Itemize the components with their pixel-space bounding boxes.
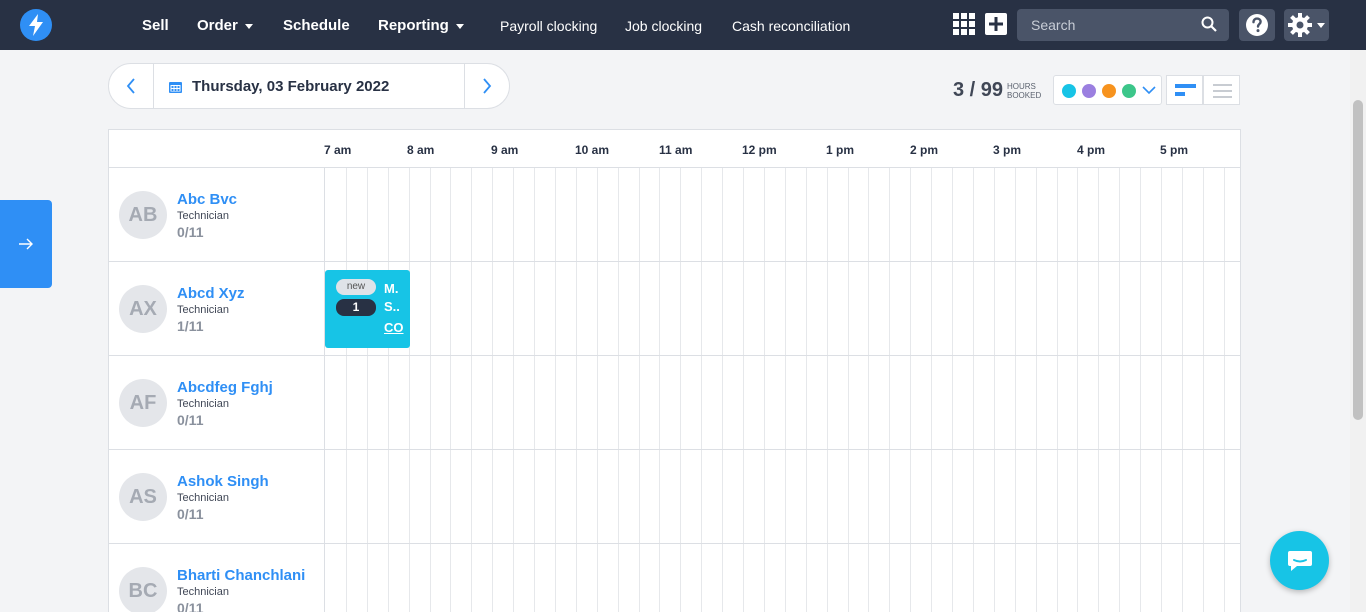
chevron-down-icon	[1142, 86, 1156, 95]
technician-hours: 0/11	[177, 600, 204, 612]
calendar-icon[interactable]	[169, 80, 182, 93]
time-label: 9 am	[491, 143, 519, 157]
technician-row: BC Bharti Chanchlani Technician 0/11	[109, 544, 1240, 612]
technician-name[interactable]: Abcd Xyz	[177, 285, 245, 302]
nav-reporting[interactable]: Reporting	[378, 0, 464, 50]
job-number-badge: 1	[336, 299, 376, 316]
status-dot	[1082, 84, 1096, 98]
technician-role: Technician	[177, 210, 229, 222]
list-view-icon	[1213, 84, 1232, 98]
hours-booked-value: 3 / 99	[953, 79, 1004, 101]
time-label: 1 pm	[826, 143, 855, 157]
settings-button[interactable]	[1284, 9, 1329, 41]
time-label: 10 am	[575, 143, 610, 157]
avatar: AB	[119, 191, 167, 239]
job-status-badge: new	[336, 279, 376, 295]
page-scrollbar[interactable]	[1350, 50, 1366, 612]
time-label: 3 pm	[993, 143, 1022, 157]
chat-button[interactable]	[1270, 531, 1329, 590]
nav-cash-reconciliation[interactable]: Cash reconciliation	[732, 0, 850, 50]
avatar: AS	[119, 473, 167, 521]
avatar: AX	[119, 285, 167, 333]
previous-day-button[interactable]	[109, 64, 154, 108]
technician-name[interactable]: Abcdfeg Fghj	[177, 379, 273, 396]
technician-name[interactable]: Bharti Chanchlani	[177, 567, 305, 584]
avatar: AF	[119, 379, 167, 427]
status-color-filter[interactable]	[1053, 75, 1162, 105]
time-label: 7 am	[324, 143, 352, 157]
status-dot	[1122, 84, 1136, 98]
search-box[interactable]: Search	[1017, 9, 1229, 41]
chevron-down-icon	[244, 23, 253, 29]
search-input[interactable]: Search	[1031, 9, 1075, 41]
expand-sidebar-button[interactable]	[0, 200, 52, 288]
technician-row: AF Abcdfeg Fghj Technician 0/11	[109, 356, 1240, 450]
technician-name[interactable]: Abc Bvc	[177, 191, 237, 208]
help-icon	[1246, 14, 1268, 36]
time-label: 2 pm	[910, 143, 939, 157]
technician-hours: 0/11	[177, 506, 204, 522]
technician-role: Technician	[177, 492, 229, 504]
current-date[interactable]: Thursday, 03 February 2022	[192, 64, 389, 110]
technician-row: AS Ashok Singh Technician 0/11	[109, 450, 1240, 544]
schedule-board: 7 am 8 am 9 am 10 am 11 am 12 pm 1 pm 2 …	[108, 129, 1241, 612]
job-card[interactable]: new 1 M. S.. CO	[325, 270, 410, 348]
status-dot	[1102, 84, 1116, 98]
chevron-left-icon	[126, 78, 135, 94]
nav-sell[interactable]: Sell	[142, 0, 169, 50]
nav-reporting-label: Reporting	[378, 17, 449, 34]
technician-hours: 0/11	[177, 412, 204, 428]
arrow-right-icon	[19, 238, 33, 250]
timeline-view-button[interactable]	[1166, 75, 1203, 105]
nav-payroll-clocking[interactable]: Payroll clocking	[500, 0, 597, 50]
chat-icon	[1287, 550, 1312, 571]
technician-role: Technician	[177, 586, 229, 598]
hours-booked-label: HOURS BOOKED	[1007, 82, 1041, 100]
help-button[interactable]	[1239, 9, 1275, 41]
nav-schedule[interactable]: Schedule	[283, 0, 350, 50]
technician-role: Technician	[177, 304, 229, 316]
job-link[interactable]: CO	[384, 320, 404, 335]
hours-label-line2: BOOKED	[1007, 91, 1042, 100]
avatar: BC	[119, 567, 167, 612]
job-subtitle: S..	[384, 299, 400, 314]
nav-job-clocking[interactable]: Job clocking	[625, 0, 702, 50]
add-plus-icon[interactable]	[985, 13, 1007, 35]
chevron-down-icon	[455, 23, 464, 29]
top-nav: Sell Order Schedule Reporting Payroll cl…	[0, 0, 1366, 50]
gear-icon	[1288, 13, 1312, 37]
job-title: M.	[384, 281, 399, 296]
app-logo-icon[interactable]	[20, 9, 52, 41]
time-label: 11 am	[659, 143, 693, 157]
timeline-view-icon	[1175, 84, 1196, 96]
chevron-right-icon	[483, 78, 492, 94]
time-label: 5 pm	[1160, 143, 1189, 157]
time-label: 12 pm	[742, 143, 777, 157]
apps-grid-icon[interactable]	[953, 13, 975, 35]
date-navigator: Thursday, 03 February 2022	[108, 63, 510, 109]
time-header: 7 am 8 am 9 am 10 am 11 am 12 pm 1 pm 2 …	[109, 130, 1240, 168]
technician-hours: 1/11	[177, 318, 204, 334]
list-view-button[interactable]	[1203, 75, 1240, 105]
time-label: 8 am	[407, 143, 435, 157]
nav-order[interactable]: Order	[197, 0, 253, 50]
nav-order-label: Order	[197, 17, 238, 34]
status-dot	[1062, 84, 1076, 98]
search-icon[interactable]	[1201, 16, 1217, 32]
next-day-button[interactable]	[464, 64, 509, 108]
technician-name[interactable]: Ashok Singh	[177, 473, 269, 490]
technician-row: AX Abcd Xyz Technician 1/11	[109, 262, 1240, 356]
technician-hours: 0/11	[177, 224, 204, 240]
scrollbar-thumb[interactable]	[1353, 100, 1363, 420]
time-label: 4 pm	[1077, 143, 1106, 157]
chevron-down-icon	[1317, 23, 1325, 28]
technician-row: AB Abc Bvc Technician 0/11	[109, 168, 1240, 262]
technician-role: Technician	[177, 398, 229, 410]
hours-label-line1: HOURS	[1007, 82, 1036, 91]
